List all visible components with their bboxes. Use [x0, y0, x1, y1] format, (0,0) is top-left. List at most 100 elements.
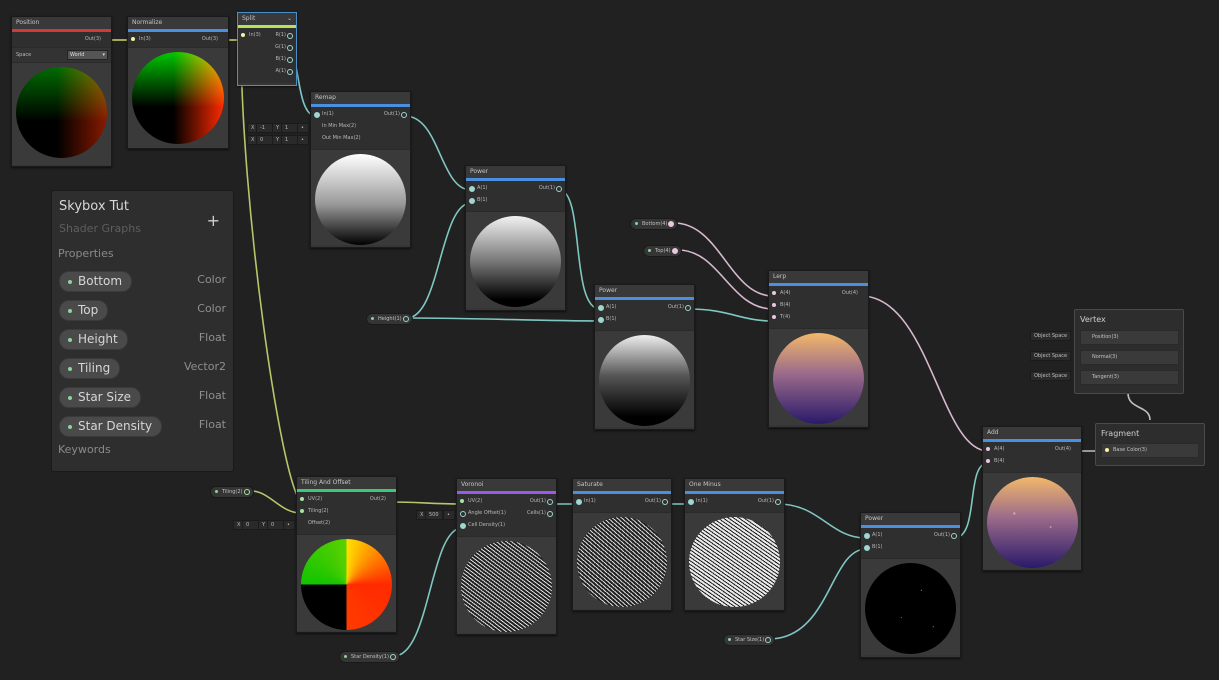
power-node-2[interactable]: Power A(1) B(1) Out(1)	[594, 284, 695, 430]
property-row-top[interactable]: Top Color	[59, 300, 226, 321]
input-pin-offset[interactable]	[300, 521, 304, 525]
input-pin-b[interactable]	[864, 545, 870, 551]
offset-y-field[interactable]: 0	[267, 520, 284, 530]
output-pin[interactable]	[951, 533, 957, 539]
angle-offset-field[interactable]: 500	[425, 510, 443, 520]
property-row-star-density[interactable]: Star Density Float	[59, 416, 226, 437]
output-pin[interactable]	[668, 221, 675, 227]
position-node[interactable]: Position Out(3) Space World ▾	[11, 16, 112, 167]
property-row-height[interactable]: Height Float	[59, 329, 226, 350]
output-pin-b[interactable]	[287, 57, 293, 63]
object-space-normal[interactable]: Object Space	[1030, 351, 1072, 361]
input-pin[interactable]	[1084, 355, 1088, 359]
blackboard-panel[interactable]: Skybox Tut Shader Graphs + Properties Bo…	[51, 190, 234, 472]
input-pin[interactable]	[576, 499, 582, 505]
output-pin-a[interactable]	[287, 69, 293, 75]
input-pin-cell-density[interactable]	[460, 523, 466, 529]
output-pin[interactable]	[685, 305, 691, 311]
vertex-master-node[interactable]: Vertex Position(3) Normal(3) Tangent(3)	[1074, 309, 1184, 394]
input-pin-uv[interactable]	[300, 497, 304, 501]
input-pin[interactable]	[688, 499, 694, 505]
remap-node[interactable]: Remap In(1) In Min Max(2) Out Min Max(2)…	[310, 91, 411, 248]
input-pin-a[interactable]	[772, 291, 776, 295]
input-pin-a[interactable]	[598, 305, 604, 311]
output-pin[interactable]	[662, 499, 668, 505]
property-row-star-size[interactable]: Star Size Float	[59, 387, 226, 408]
property-chip[interactable]: Tiling	[59, 358, 121, 379]
space-dropdown[interactable]: World ▾	[67, 50, 108, 60]
input-pin-inminmax[interactable]	[314, 124, 318, 128]
property-node-star-density[interactable]: Star Density(1)	[339, 651, 400, 663]
one-minus-node[interactable]: One Minus In(1) Out(1)	[684, 478, 785, 611]
input-pin[interactable]	[131, 37, 135, 41]
shader-graph-canvas[interactable]: Position Out(3) Space World ▾ Normalize …	[0, 0, 1219, 680]
output-pin[interactable]	[401, 112, 407, 118]
output-pin[interactable]	[221, 37, 225, 41]
input-pin[interactable]	[1105, 448, 1109, 452]
input-pin-b[interactable]	[772, 303, 776, 307]
vertex-normal-slot[interactable]: Normal(3)	[1080, 350, 1179, 365]
power-node-1[interactable]: Power A(1) B(1) Out(1)	[465, 165, 566, 311]
input-pin-t[interactable]	[772, 315, 776, 319]
outminmax-x-field[interactable]: 0	[256, 135, 273, 145]
input-pin-a[interactable]	[986, 447, 990, 451]
output-pin[interactable]	[104, 37, 108, 41]
output-pin-cells[interactable]	[547, 511, 553, 517]
output-pin[interactable]	[389, 497, 393, 501]
object-space-position[interactable]: Object Space	[1030, 331, 1072, 341]
output-pin-g[interactable]	[287, 45, 293, 51]
output-pin[interactable]	[243, 489, 250, 495]
vertex-tangent-slot[interactable]: Tangent(3)	[1080, 370, 1179, 385]
split-node[interactable]: Split ⌄ In(3) R(1) G(1) B(1) A(1)	[237, 12, 297, 86]
output-pin[interactable]	[556, 186, 562, 192]
property-node-star-size[interactable]: Star Size(1)	[723, 634, 776, 646]
output-pin[interactable]	[1074, 447, 1078, 451]
inminmax-y-field[interactable]: 1	[281, 123, 298, 133]
input-pin-outminmax[interactable]	[314, 136, 318, 140]
input-pin-b[interactable]	[986, 459, 990, 463]
input-pin[interactable]	[1084, 335, 1088, 339]
input-pin-tiling[interactable]	[300, 509, 304, 513]
input-pin-b[interactable]	[598, 317, 604, 323]
property-chip[interactable]: Top	[59, 300, 109, 321]
tiling-and-offset-node[interactable]: Tiling And Offset UV(2) Tiling(2) Offset…	[296, 476, 397, 633]
input-pin-b[interactable]	[469, 198, 475, 204]
output-pin[interactable]	[671, 248, 678, 254]
input-pin-a[interactable]	[864, 533, 870, 539]
fragment-basecolor-slot[interactable]: Base Color(3)	[1101, 443, 1199, 458]
output-pin[interactable]	[765, 637, 772, 643]
add-node[interactable]: Add A(4) B(4) Out(4)	[982, 426, 1082, 571]
output-pin-r[interactable]	[287, 33, 293, 39]
property-row-tiling[interactable]: Tiling Vector2	[59, 358, 226, 379]
input-pin-a[interactable]	[469, 186, 475, 192]
add-property-icon[interactable]: +	[207, 213, 220, 229]
input-pin-in[interactable]	[314, 112, 320, 118]
outminmax-y-field[interactable]: 1	[281, 135, 298, 145]
inminmax-x-field[interactable]: -1	[256, 123, 273, 133]
output-pin[interactable]	[547, 499, 553, 505]
voronoi-node[interactable]: Voronoi UV(2) Angle Offset(1) Cell Densi…	[456, 478, 557, 635]
object-space-tangent[interactable]: Object Space	[1030, 371, 1072, 381]
property-node-height[interactable]: Height(1)	[366, 313, 413, 325]
property-node-top[interactable]: Top(4)	[643, 245, 682, 257]
input-pin-angle-offset[interactable]	[460, 511, 466, 517]
property-chip[interactable]: Star Density	[59, 416, 163, 437]
property-node-tiling[interactable]: Tiling(2)	[210, 486, 254, 498]
input-pin[interactable]	[1084, 375, 1088, 379]
output-pin[interactable]	[775, 499, 781, 505]
property-chip[interactable]: Star Size	[59, 387, 142, 408]
fragment-master-node[interactable]: Fragment Base Color(3)	[1095, 423, 1205, 466]
collapse-icon[interactable]: ⌄	[287, 13, 292, 25]
property-node-bottom[interactable]: Bottom(4)	[630, 218, 679, 230]
saturate-node[interactable]: Saturate In(1) Out(1)	[572, 478, 672, 611]
output-pin[interactable]	[402, 316, 409, 322]
offset-x-field[interactable]: 0	[242, 520, 259, 530]
power-node-3[interactable]: Power A(1) B(1) Out(1)	[860, 512, 961, 658]
input-pin[interactable]	[241, 33, 245, 37]
vertex-position-slot[interactable]: Position(3)	[1080, 330, 1179, 345]
normalize-node[interactable]: Normalize In(3) Out(3)	[127, 16, 229, 149]
lerp-node[interactable]: Lerp A(4) B(4) T(4) Out(4)	[768, 270, 869, 428]
property-row-bottom[interactable]: Bottom Color	[59, 271, 226, 292]
output-pin[interactable]	[389, 654, 396, 660]
input-pin-uv[interactable]	[460, 499, 464, 503]
